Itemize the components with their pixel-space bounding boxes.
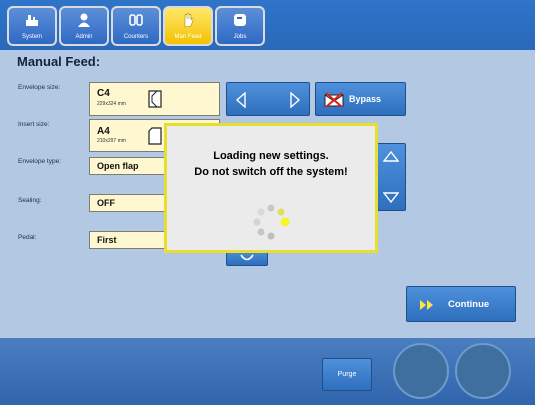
- sealing-value: OFF: [97, 198, 115, 208]
- up-down-stepper[interactable]: [374, 143, 406, 211]
- dialog-message-line1: Loading new settings.: [213, 150, 329, 162]
- envelope-size-arrows-button[interactable]: [226, 82, 310, 116]
- round-button-left[interactable]: [393, 343, 449, 399]
- bypass-label: Bypass: [349, 94, 382, 104]
- insert-size-value: A4: [97, 126, 110, 137]
- envelope-orientation-icon: [148, 90, 162, 108]
- pedal-label: Pedal:: [18, 234, 37, 241]
- purge-button[interactable]: Purge: [322, 358, 372, 391]
- page-title: Manual Feed:: [17, 54, 101, 69]
- arrow-down-icon[interactable]: [383, 192, 399, 204]
- tab-label: Jobs: [233, 34, 247, 40]
- bypass-envelope-icon: [324, 92, 344, 108]
- fast-forward-icon: [420, 300, 433, 310]
- sealing-label: Sealing:: [18, 197, 42, 204]
- admin-icon: [78, 13, 90, 27]
- tab-label: Admin: [75, 34, 93, 40]
- jobs-icon: [234, 14, 246, 26]
- loading-dialog: Loading new settings. Do not switch off …: [164, 123, 378, 253]
- system-icon: [26, 15, 38, 26]
- tab-label: System: [21, 34, 42, 40]
- envelope-type-label: Envelope type:: [18, 158, 62, 165]
- continue-label: Continue: [448, 299, 490, 310]
- dialog-message-line2: Do not switch off the system!: [194, 166, 348, 178]
- envelope-size-dimensions: 229x324 mm: [97, 101, 126, 107]
- arrow-left-icon[interactable]: [235, 92, 247, 108]
- insert-size-label: Insert size:: [18, 121, 50, 128]
- tab-jobs[interactable]: Jobs: [215, 6, 265, 46]
- insert-size-dimensions: 210x297 mm: [97, 138, 126, 144]
- tab-system[interactable]: System: [7, 6, 57, 46]
- envelope-size-label: Envelope size:: [18, 84, 61, 91]
- document-icon: [148, 127, 162, 145]
- tab-counters[interactable]: Counters: [111, 6, 161, 46]
- bypass-button[interactable]: Bypass: [315, 82, 406, 116]
- tab-label: Man Feed: [174, 34, 202, 40]
- purge-label: Purge: [337, 371, 357, 378]
- pedal-value: First: [97, 235, 117, 245]
- counters-icon: [129, 14, 143, 26]
- tab-label: Counters: [123, 34, 149, 40]
- envelope-size-field[interactable]: C4 229x324 mm: [89, 82, 220, 116]
- envelope-size-value: C4: [97, 88, 110, 99]
- top-nav-bar: System Admin Counters Man Feed Jobs: [0, 0, 535, 50]
- tab-man-feed[interactable]: Man Feed: [163, 6, 213, 46]
- continue-button[interactable]: Continue: [406, 286, 516, 322]
- hand-icon: [184, 13, 194, 28]
- arrow-up-icon[interactable]: [383, 150, 399, 162]
- arrow-right-icon[interactable]: [289, 92, 301, 108]
- round-button-right[interactable]: [455, 343, 511, 399]
- tab-admin[interactable]: Admin: [59, 6, 109, 46]
- loading-spinner-icon: [253, 204, 290, 240]
- envelope-type-value: Open flap: [97, 161, 139, 171]
